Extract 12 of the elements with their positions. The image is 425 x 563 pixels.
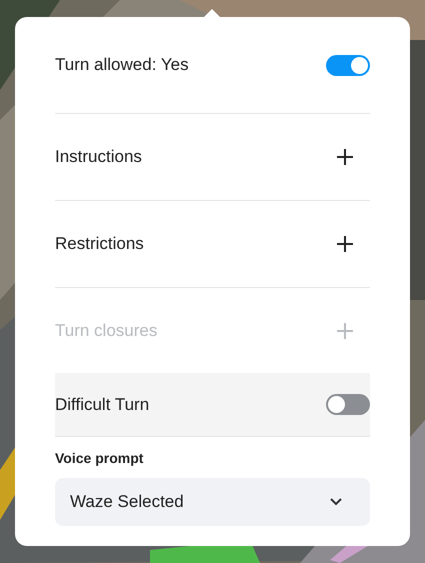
field-label: Voice prompt (55, 450, 144, 466)
chevron-down-icon (330, 498, 342, 506)
section-label: Restrictions (55, 234, 144, 254)
plus-icon[interactable] (336, 148, 354, 166)
section-label: Instructions (55, 147, 142, 168)
toggle-switch[interactable] (326, 54, 370, 76)
plus-icon[interactable] (336, 234, 354, 253)
section-label: Turn closures (55, 320, 158, 341)
row-label: Turn allowed: Yes (55, 55, 189, 76)
voice-prompt-dropdown[interactable]: Waze Selected (55, 478, 370, 526)
row-label: Difficult Turn (55, 394, 150, 415)
toggle-switch[interactable] (326, 394, 370, 416)
